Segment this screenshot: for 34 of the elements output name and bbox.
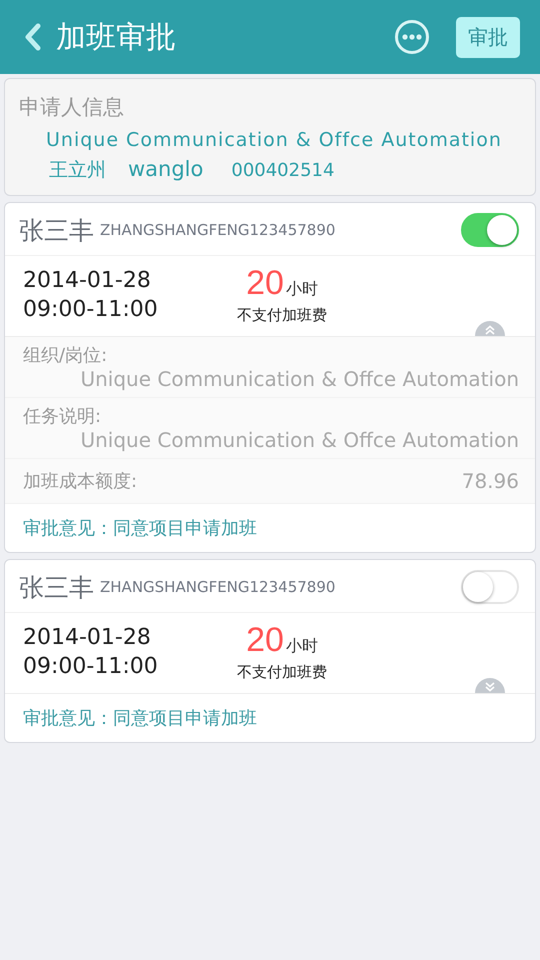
time-range: 09:00-11:00 [23,653,159,681]
person-name: 张三丰 [19,572,94,604]
applicant-name: 王立州 [49,158,106,183]
page-title: 加班审批 [56,18,177,56]
date-text: 2014-01-28 [23,267,152,295]
employee-id: 000402514 [231,160,334,181]
approve-button[interactable]: 审批 [456,16,520,58]
account-text: wanglo [128,157,204,181]
date-text: 2014-01-28 [23,624,152,652]
organization-text: Unique Communication & Offce Automation [45,129,503,151]
expand-toggle-icon[interactable] [475,321,505,336]
detail-value: 78.96 [462,469,519,493]
approval-opinion: 审批意见：同意项目申请加班 [22,517,258,541]
detail-label: 任务说明: [23,405,102,428]
hours-value: 20 [246,623,284,657]
section-heading: 申请人信息 [19,94,125,121]
toggle-switch[interactable] [461,213,519,247]
detail-value: Unique Communication & Offce Automation [80,367,519,391]
person-code: ZHANGSHANGFENG123457890 [100,578,336,596]
expand-toggle-icon[interactable] [475,678,505,693]
pay-note: 不支付加班费 [237,306,327,325]
more-icon[interactable] [394,19,430,55]
approval-opinion: 审批意见：同意项目申请加班 [22,707,258,731]
hours-unit: 小时 [286,635,318,657]
detail-value: Unique Communication & Offce Automation [80,428,519,452]
detail-label: 组织/岗位: [23,344,108,367]
hours-value: 20 [246,266,284,300]
time-range: 09:00-11:00 [23,296,159,324]
back-icon[interactable] [24,23,42,51]
hours-unit: 小时 [286,278,318,300]
pay-note: 不支付加班费 [237,663,327,682]
person-code: ZHANGSHANGFENG123457890 [100,221,336,239]
person-name: 张三丰 [19,214,94,246]
detail-label: 加班成本额度: [23,470,138,493]
